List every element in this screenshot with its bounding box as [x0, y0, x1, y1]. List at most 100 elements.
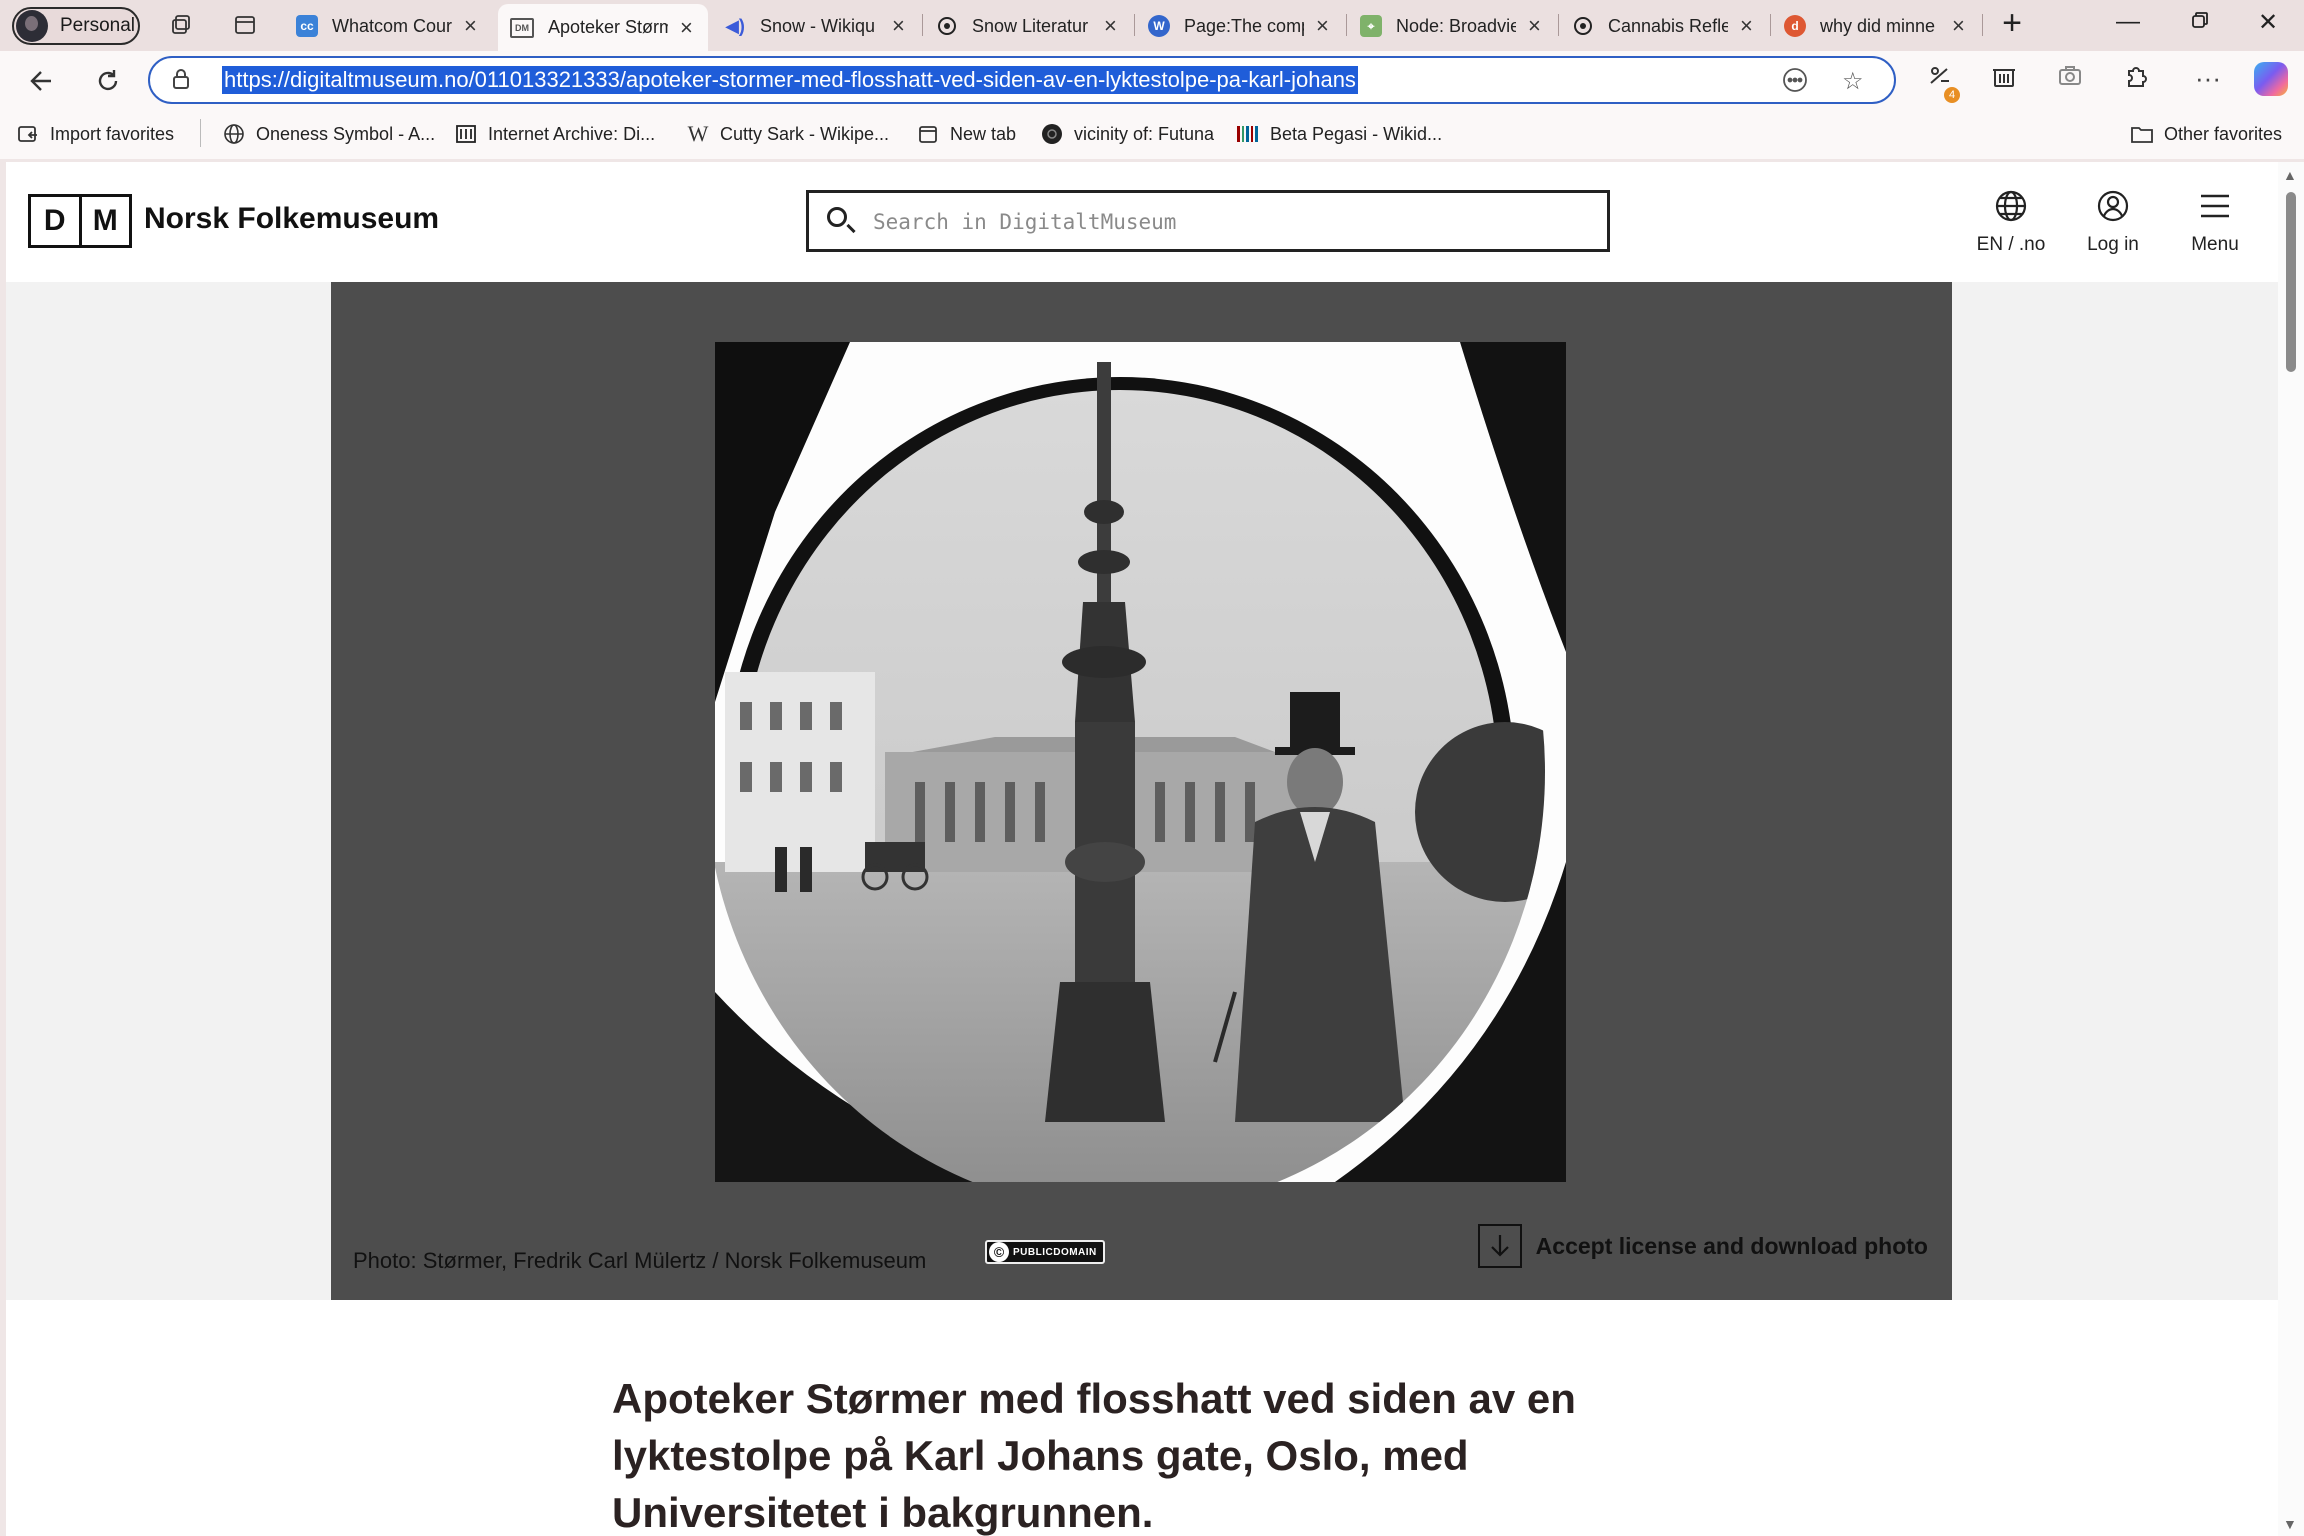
tab-snow-wikiquote[interactable]: ◀) Snow - Wikiqu ×: [712, 4, 922, 48]
tab-title: Snow - Wikiqu: [760, 15, 876, 36]
favorite-beta-pegasi[interactable]: Beta Pegasi - Wikid...: [1236, 121, 1442, 147]
import-icon: [16, 122, 40, 146]
restore-icon[interactable]: [2180, 8, 2220, 36]
logo-letter-d: D: [31, 197, 82, 245]
profile-label: Personal: [60, 15, 135, 36]
dm-logo[interactable]: D M: [28, 194, 132, 248]
scroll-down-icon[interactable]: ▼: [2283, 1516, 2297, 1532]
profile-button[interactable]: Personal: [12, 7, 140, 45]
new-tab-icon[interactable]: +: [1992, 4, 2032, 43]
dark-circle-icon: [1040, 122, 1064, 146]
photo-caption: Photo: Størmer, Fredrik Carl Mülertz / N…: [353, 1248, 927, 1273]
favorite-label: Oneness Symbol - A...: [256, 123, 436, 144]
tab-whatcom[interactable]: cc Whatcom Cour ×: [284, 4, 494, 48]
favorite-cutty-sark[interactable]: W Cutty Sark - Wikipe...: [686, 121, 889, 147]
search-box[interactable]: [806, 190, 1610, 252]
site-name[interactable]: Norsk Folkemuseum: [144, 202, 439, 236]
archive-icon: [454, 122, 478, 146]
vertical-tabs-icon[interactable]: [230, 10, 260, 40]
tab-title: Cannabis Refle: [1608, 15, 1728, 36]
reader-options-icon[interactable]: [1782, 67, 1808, 100]
tab-title: Node: Broadvie: [1396, 15, 1516, 36]
screenshot-icon[interactable]: [2052, 63, 2088, 96]
close-icon[interactable]: ×: [892, 13, 905, 39]
extension-badge: 4: [1944, 87, 1960, 103]
tab-cannabis[interactable]: Cannabis Refle ×: [1560, 4, 1770, 48]
favorite-label: New tab: [950, 123, 1017, 144]
close-icon[interactable]: ×: [464, 13, 477, 39]
close-window-icon[interactable]: ✕: [2248, 8, 2288, 37]
menu-button[interactable]: Menu: [2170, 188, 2260, 256]
extensions-icon[interactable]: [2118, 63, 2154, 96]
no-copyright-icon: ©: [989, 1242, 1009, 1262]
web-page: D M Norsk Folkemuseum EN / .no Log in Me…: [6, 162, 2278, 1536]
close-icon[interactable]: ×: [1952, 13, 1965, 39]
historic-photo[interactable]: [715, 342, 1566, 1182]
favorite-star-icon[interactable]: ☆: [1842, 67, 1864, 96]
hamburger-icon: [2170, 188, 2260, 224]
tab-title: why did minne: [1820, 15, 1936, 36]
speaker-icon: ◀): [725, 15, 745, 36]
avatar: [16, 10, 48, 42]
favorite-label: Beta Pegasi - Wikid...: [1270, 123, 1443, 144]
login-button[interactable]: Log in: [2068, 188, 2158, 256]
close-icon[interactable]: ×: [1104, 13, 1117, 39]
openai-icon: [1572, 15, 1594, 37]
tab-title: Snow Literatur: [972, 15, 1089, 36]
tab-snow-literature[interactable]: Snow Literatur ×: [924, 4, 1134, 48]
public-domain-badge[interactable]: © PUBLICDOMAIN: [985, 1240, 1105, 1264]
tab-strip: Personal cc Whatcom Cour × DM Apoteker S…: [0, 0, 2304, 51]
login-label: Log in: [2087, 234, 2139, 255]
refresh-icon[interactable]: [88, 61, 128, 101]
object-title: Apoteker Størmer med flosshatt ved siden…: [612, 1375, 1576, 1536]
language-button[interactable]: EN / .no: [1966, 188, 2056, 256]
favorite-import[interactable]: Import favorites: [16, 121, 174, 147]
map-icon: ⌖: [1360, 15, 1382, 37]
site-header: D M Norsk Folkemuseum EN / .no Log in Me…: [6, 162, 2278, 282]
wikisource-icon: W: [1148, 15, 1170, 37]
more-options-icon[interactable]: ···: [2190, 63, 2226, 94]
newtab-icon: [916, 122, 940, 146]
user-icon: [2068, 188, 2158, 224]
favorite-label: Cutty Sark - Wikipe...: [720, 123, 890, 144]
close-icon[interactable]: ×: [1740, 13, 1753, 39]
workspaces-icon[interactable]: [166, 10, 196, 40]
globe-icon: [222, 122, 246, 146]
favorite-internet-archive[interactable]: Internet Archive: Di...: [454, 121, 655, 147]
download-button[interactable]: Accept license and download photo: [1477, 1224, 1928, 1268]
tab-page-the-comp[interactable]: W Page:The comp ×: [1136, 4, 1346, 48]
address-bar[interactable]: https://digitaltmuseum.no/011013321333/a…: [148, 56, 1896, 104]
copilot-icon[interactable]: [2254, 62, 2288, 96]
dm-icon: DM: [510, 17, 534, 38]
download-arrow-icon: [1477, 1224, 1522, 1268]
minimize-icon[interactable]: —: [2108, 8, 2148, 36]
tab-node-broadview[interactable]: ⌖ Node: Broadvie ×: [1348, 4, 1558, 48]
scrollbar-thumb[interactable]: [2286, 192, 2296, 372]
favorites-divider: [200, 119, 201, 147]
search-input[interactable]: [871, 203, 1575, 241]
url-text[interactable]: https://digitaltmuseum.no/011013321333/a…: [222, 66, 1358, 94]
scroll-up-icon[interactable]: ▲: [2283, 167, 2297, 183]
other-favorites[interactable]: Other favorites: [2130, 121, 2282, 147]
tab-title: Whatcom Cour: [332, 15, 452, 36]
lock-icon[interactable]: [172, 68, 190, 96]
back-icon[interactable]: [22, 61, 62, 101]
openai-icon: [936, 15, 958, 37]
cc-icon: cc: [296, 15, 318, 37]
favorite-new-tab[interactable]: New tab: [916, 121, 1016, 147]
favorite-oneness[interactable]: Oneness Symbol - A...: [222, 121, 435, 147]
close-icon[interactable]: ×: [1528, 13, 1541, 39]
other-favorites-label: Other favorites: [2164, 123, 2283, 144]
favorite-futuna[interactable]: vicinity of: Futuna: [1040, 121, 1214, 147]
favorites-bar: Import favorites Oneness Symbol - A... I…: [0, 109, 2304, 159]
close-icon[interactable]: ×: [680, 15, 693, 41]
tab-why-did-minne[interactable]: d why did minne ×: [1772, 4, 1982, 48]
address-toolbar: https://digitaltmuseum.no/011013321333/a…: [0, 51, 2304, 109]
favorite-label: vicinity of: Futuna: [1074, 123, 1215, 144]
page-scrollbar[interactable]: ▲ ▼: [2278, 162, 2304, 1536]
collections-icon[interactable]: [1986, 63, 2022, 96]
globe-icon: [1966, 188, 2056, 224]
tab-apoteker[interactable]: DM Apoteker Størm ×: [498, 4, 708, 51]
close-icon[interactable]: ×: [1316, 13, 1329, 39]
logo-letter-m: M: [92, 204, 118, 237]
